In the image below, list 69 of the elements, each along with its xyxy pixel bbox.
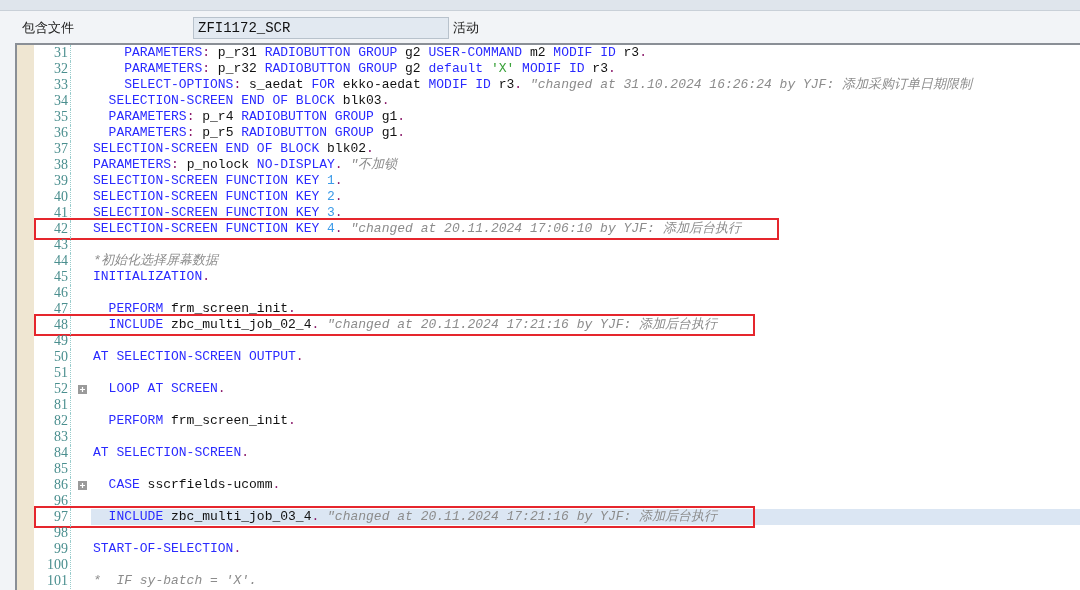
line-number: 97 bbox=[36, 509, 71, 525]
line-number: 42 bbox=[36, 221, 71, 237]
code-comment: *初始化选择屏幕数据 bbox=[93, 253, 218, 269]
code-text: INCLUDE zbc_multi_job_03_4. bbox=[107, 509, 320, 525]
line-number: 43 bbox=[36, 237, 71, 253]
code-editor[interactable] bbox=[15, 43, 1080, 590]
line-number: 48 bbox=[36, 317, 71, 333]
line-number: 31 bbox=[36, 45, 71, 61]
line-number: 45 bbox=[36, 269, 71, 285]
line-number: 50 bbox=[36, 349, 71, 365]
field-label: 包含文件 bbox=[22, 18, 75, 37]
code-text: PERFORM frm_screen_init. bbox=[107, 413, 296, 429]
code-text: SELECTION-SCREEN FUNCTION KEY 3. bbox=[93, 205, 343, 221]
line-number: 34 bbox=[36, 93, 71, 109]
line-number: 35 bbox=[36, 109, 71, 125]
code-text: AT SELECTION-SCREEN. bbox=[93, 445, 250, 461]
line-number: 46 bbox=[36, 285, 71, 301]
line-number: 96 bbox=[36, 493, 71, 509]
code-text: LOOP AT SCREEN. bbox=[107, 381, 226, 397]
line-number: 38 bbox=[36, 157, 71, 173]
line-number: 37 bbox=[36, 141, 71, 157]
code-text: SELECTION-SCREEN FUNCTION KEY 4. bbox=[93, 221, 343, 237]
line-number: 52 bbox=[36, 381, 71, 397]
code-text: PERFORM frm_screen_init. bbox=[107, 301, 296, 317]
line-number: 33 bbox=[36, 77, 71, 93]
line-number: 84 bbox=[36, 445, 71, 461]
code-text: PARAMETERS: p_r4 RADIOBUTTON GROUP g1. bbox=[107, 109, 406, 125]
line-number: 86 bbox=[36, 477, 71, 493]
code-text: AT SELECTION-SCREEN OUTPUT. bbox=[93, 349, 304, 365]
line-number: 83 bbox=[36, 429, 71, 445]
code-text: PARAMETERS: p_nolock NO-DISPLAY. bbox=[93, 157, 343, 173]
line-number: 40 bbox=[36, 189, 71, 205]
expand-icon[interactable] bbox=[77, 480, 87, 490]
code-text: PARAMETERS: p_r32 RADIOBUTTON GROUP g2 default 'X' MODIF ID r3. bbox=[123, 61, 616, 77]
line-number: 81 bbox=[36, 397, 71, 413]
line-number: 32 bbox=[36, 61, 71, 77]
code-comment: * IF sy-batch = 'X'. bbox=[93, 573, 257, 589]
code-text: SELECTION-SCREEN END OF BLOCK blk02. bbox=[93, 141, 374, 157]
line-number: 44 bbox=[36, 253, 71, 269]
code-comment: "changed at 20.11.2024 17:06:10 by YJF: 添加后台执行 bbox=[350, 221, 741, 237]
code-text: SELECTION-SCREEN FUNCTION KEY 1. bbox=[93, 173, 343, 189]
code-comment: "changed at 20.11.2024 17:21:16 by YJF: 添加后台执行 bbox=[327, 317, 718, 333]
code-text: CASE sscrfields-ucomm. bbox=[107, 477, 281, 493]
line-number: 82 bbox=[36, 413, 71, 429]
program-name-field[interactable]: ZFI1172_SCR bbox=[193, 16, 449, 39]
code-text: PARAMETERS: p_r31 RADIOBUTTON GROUP g2 USER-COMMAND m2 MODIF ID r3. bbox=[123, 45, 647, 61]
line-number: 51 bbox=[36, 365, 71, 381]
line-number: 85 bbox=[36, 461, 71, 477]
code-comment: "changed at 20.11.2024 17:21:16 by YJF: 添加后台执行 bbox=[327, 509, 718, 525]
code-text: SELECTION-SCREEN END OF BLOCK blk03. bbox=[107, 93, 390, 109]
line-number: 99 bbox=[36, 541, 71, 557]
code-text: SELECT-OPTIONS: s_aedat FOR ekko-aedat MODIF ID r3. bbox=[123, 77, 523, 93]
line-number: 49 bbox=[36, 333, 71, 349]
expand-icon[interactable] bbox=[77, 384, 87, 394]
line-number: 41 bbox=[36, 205, 71, 221]
code-text: START-OF-SELECTION. bbox=[93, 541, 242, 557]
line-number: 36 bbox=[36, 125, 71, 141]
code-comment: "changed at 31.10.2024 16:26:24 by YJF: 添加采购订单日期限制 bbox=[529, 77, 972, 93]
code-text: INITIALIZATION. bbox=[93, 269, 211, 285]
code-comment: "不加锁 bbox=[350, 157, 398, 173]
line-number: 47 bbox=[36, 301, 71, 317]
code-text: PARAMETERS: p_r5 RADIOBUTTON GROUP g1. bbox=[107, 125, 406, 141]
line-number: 39 bbox=[36, 173, 71, 189]
line-number: 98 bbox=[36, 525, 71, 541]
line-number: 101 bbox=[36, 573, 71, 589]
code-text: INCLUDE zbc_multi_job_02_4. bbox=[107, 317, 320, 333]
code-text: SELECTION-SCREEN FUNCTION KEY 2. bbox=[93, 189, 343, 205]
status-text: 活动 bbox=[453, 18, 479, 37]
line-number: 100 bbox=[36, 557, 71, 573]
